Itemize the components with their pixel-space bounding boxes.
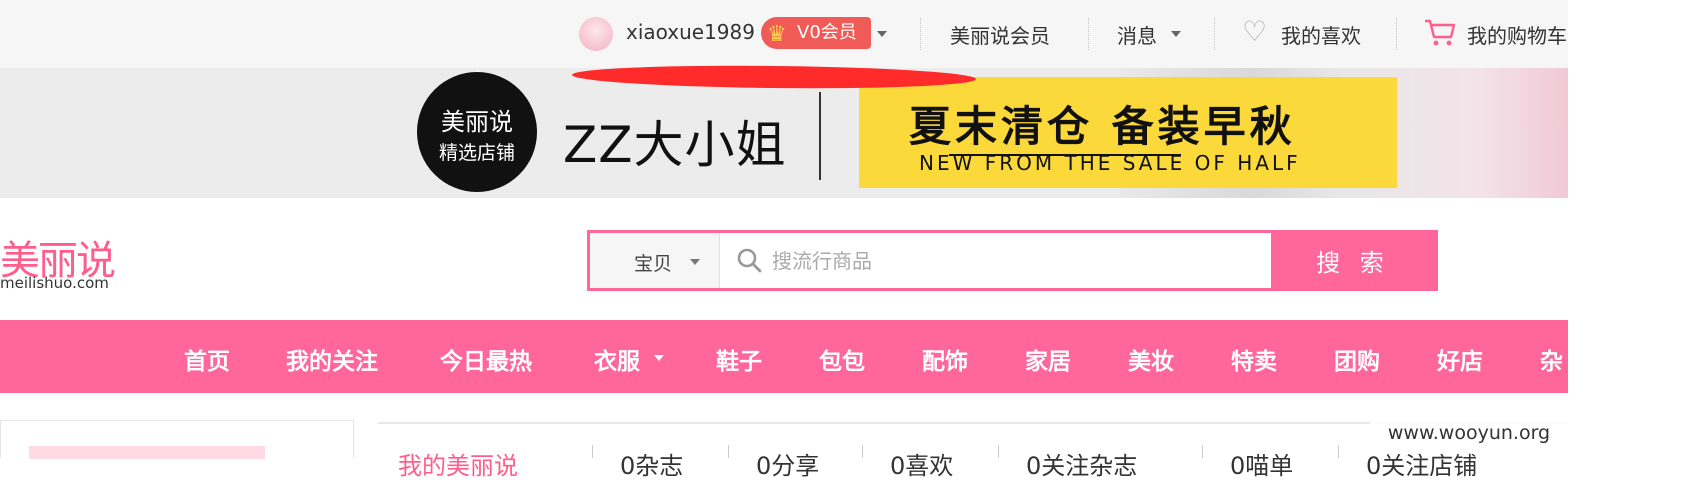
cart-link[interactable]: 我的购物车 bbox=[1467, 20, 1567, 49]
nav-item-hot-today[interactable]: 今日最热 bbox=[440, 342, 532, 376]
search-button[interactable]: 搜 索 bbox=[1271, 233, 1435, 288]
divider bbox=[1396, 18, 1397, 50]
nav-item-bags[interactable]: 包包 bbox=[819, 342, 865, 376]
tab-followed-shops[interactable]: 0关注店铺 bbox=[1366, 446, 1477, 481]
vip-badge[interactable]: ♛ V0会员 bbox=[761, 17, 871, 49]
nav-item-home-living[interactable]: 家居 bbox=[1025, 342, 1071, 376]
site-logo-domain[interactable]: meilishuo.com bbox=[0, 274, 109, 292]
vip-label: V0会员 bbox=[797, 22, 857, 43]
sidebar-banner bbox=[29, 446, 265, 459]
tab-divider bbox=[592, 445, 593, 458]
favorites-link[interactable]: 我的喜欢 bbox=[1281, 20, 1361, 49]
nav-item-accessories[interactable]: 配饰 bbox=[922, 342, 968, 376]
search-input[interactable] bbox=[770, 243, 1264, 279]
tab-divider bbox=[1338, 445, 1339, 458]
tab-my-meilishuo[interactable]: 我的美丽说 bbox=[398, 446, 518, 481]
sidebar-card bbox=[0, 420, 354, 459]
divider bbox=[1088, 18, 1089, 50]
tab-divider bbox=[1202, 445, 1203, 458]
tab-divider bbox=[998, 445, 999, 458]
tab-likes[interactable]: 0喜欢 bbox=[890, 446, 953, 481]
messages-chevron-down-icon[interactable] bbox=[1171, 31, 1181, 37]
tab-divider bbox=[862, 445, 863, 458]
tab-magazines[interactable]: 0杂志 bbox=[620, 446, 683, 481]
search-icon bbox=[737, 248, 762, 273]
messages-link[interactable]: 消息 bbox=[1117, 20, 1157, 49]
username-link[interactable]: xiaoxue1989 bbox=[626, 20, 755, 44]
nav-item-good-shops[interactable]: 好店 bbox=[1437, 342, 1483, 376]
chevron-down-icon bbox=[690, 259, 700, 265]
member-link[interactable]: 美丽说会员 bbox=[950, 20, 1050, 49]
banner-divider bbox=[819, 92, 821, 180]
nav-item-home[interactable]: 首页 bbox=[184, 342, 230, 376]
nav-item-beauty[interactable]: 美妆 bbox=[1128, 342, 1174, 376]
nav-item-misc[interactable]: 杂 bbox=[1540, 342, 1563, 376]
top-bar: xiaoxue1989 ♛ V0会员 美丽说会员 消息 ♡ 我的喜欢 我的购物车 bbox=[0, 0, 1568, 68]
nav-item-shoes[interactable]: 鞋子 bbox=[716, 342, 762, 376]
promo-box[interactable]: 夏末清仓 备装早秋 NEW FROM THE SALE OF HALF bbox=[859, 77, 1397, 188]
nav-item-clothing[interactable]: 衣服 bbox=[594, 342, 664, 376]
featured-shop-badge: 美丽说 精选店铺 bbox=[417, 72, 537, 192]
tab-followed-magazines[interactable]: 0关注杂志 bbox=[1026, 446, 1137, 481]
main-nav: 首页 我的关注 今日最热 衣服 鞋子 包包 配饰 家居 美妆 特卖 团购 好店 … bbox=[0, 320, 1568, 393]
crown-icon: ♛ bbox=[767, 22, 787, 47]
search-scope-select[interactable]: 宝贝 bbox=[590, 233, 720, 288]
search-scope-label: 宝贝 bbox=[634, 253, 673, 275]
nav-item-sale[interactable]: 特卖 bbox=[1231, 342, 1277, 376]
nav-item-clothing-label: 衣服 bbox=[594, 349, 640, 375]
user-menu-chevron-down-icon[interactable] bbox=[877, 31, 887, 37]
cart-icon bbox=[1425, 19, 1456, 46]
divider bbox=[920, 18, 921, 50]
divider bbox=[1214, 18, 1215, 50]
badge-line2: 精选店铺 bbox=[438, 142, 515, 164]
nav-item-following[interactable]: 我的关注 bbox=[286, 342, 378, 376]
user-avatar[interactable] bbox=[579, 17, 613, 51]
promo-title: 夏末清仓 备装早秋 bbox=[909, 93, 1296, 156]
tab-divider bbox=[728, 445, 729, 458]
shop-name: ZZ大小姐 bbox=[563, 116, 787, 174]
search-bar: 宝贝 搜 索 bbox=[587, 230, 1438, 291]
tab-shares[interactable]: 0分享 bbox=[756, 446, 819, 481]
watermark: www.wooyun.org bbox=[1370, 418, 1568, 448]
heart-icon: ♡ bbox=[1242, 15, 1268, 48]
nav-item-group-buy[interactable]: 团购 bbox=[1334, 342, 1380, 376]
badge-line1: 美丽说 bbox=[441, 108, 513, 136]
chevron-down-icon bbox=[654, 355, 664, 361]
promo-subtitle: NEW FROM THE SALE OF HALF bbox=[919, 151, 1301, 175]
tab-meow-list[interactable]: 0喵单 bbox=[1230, 446, 1293, 481]
